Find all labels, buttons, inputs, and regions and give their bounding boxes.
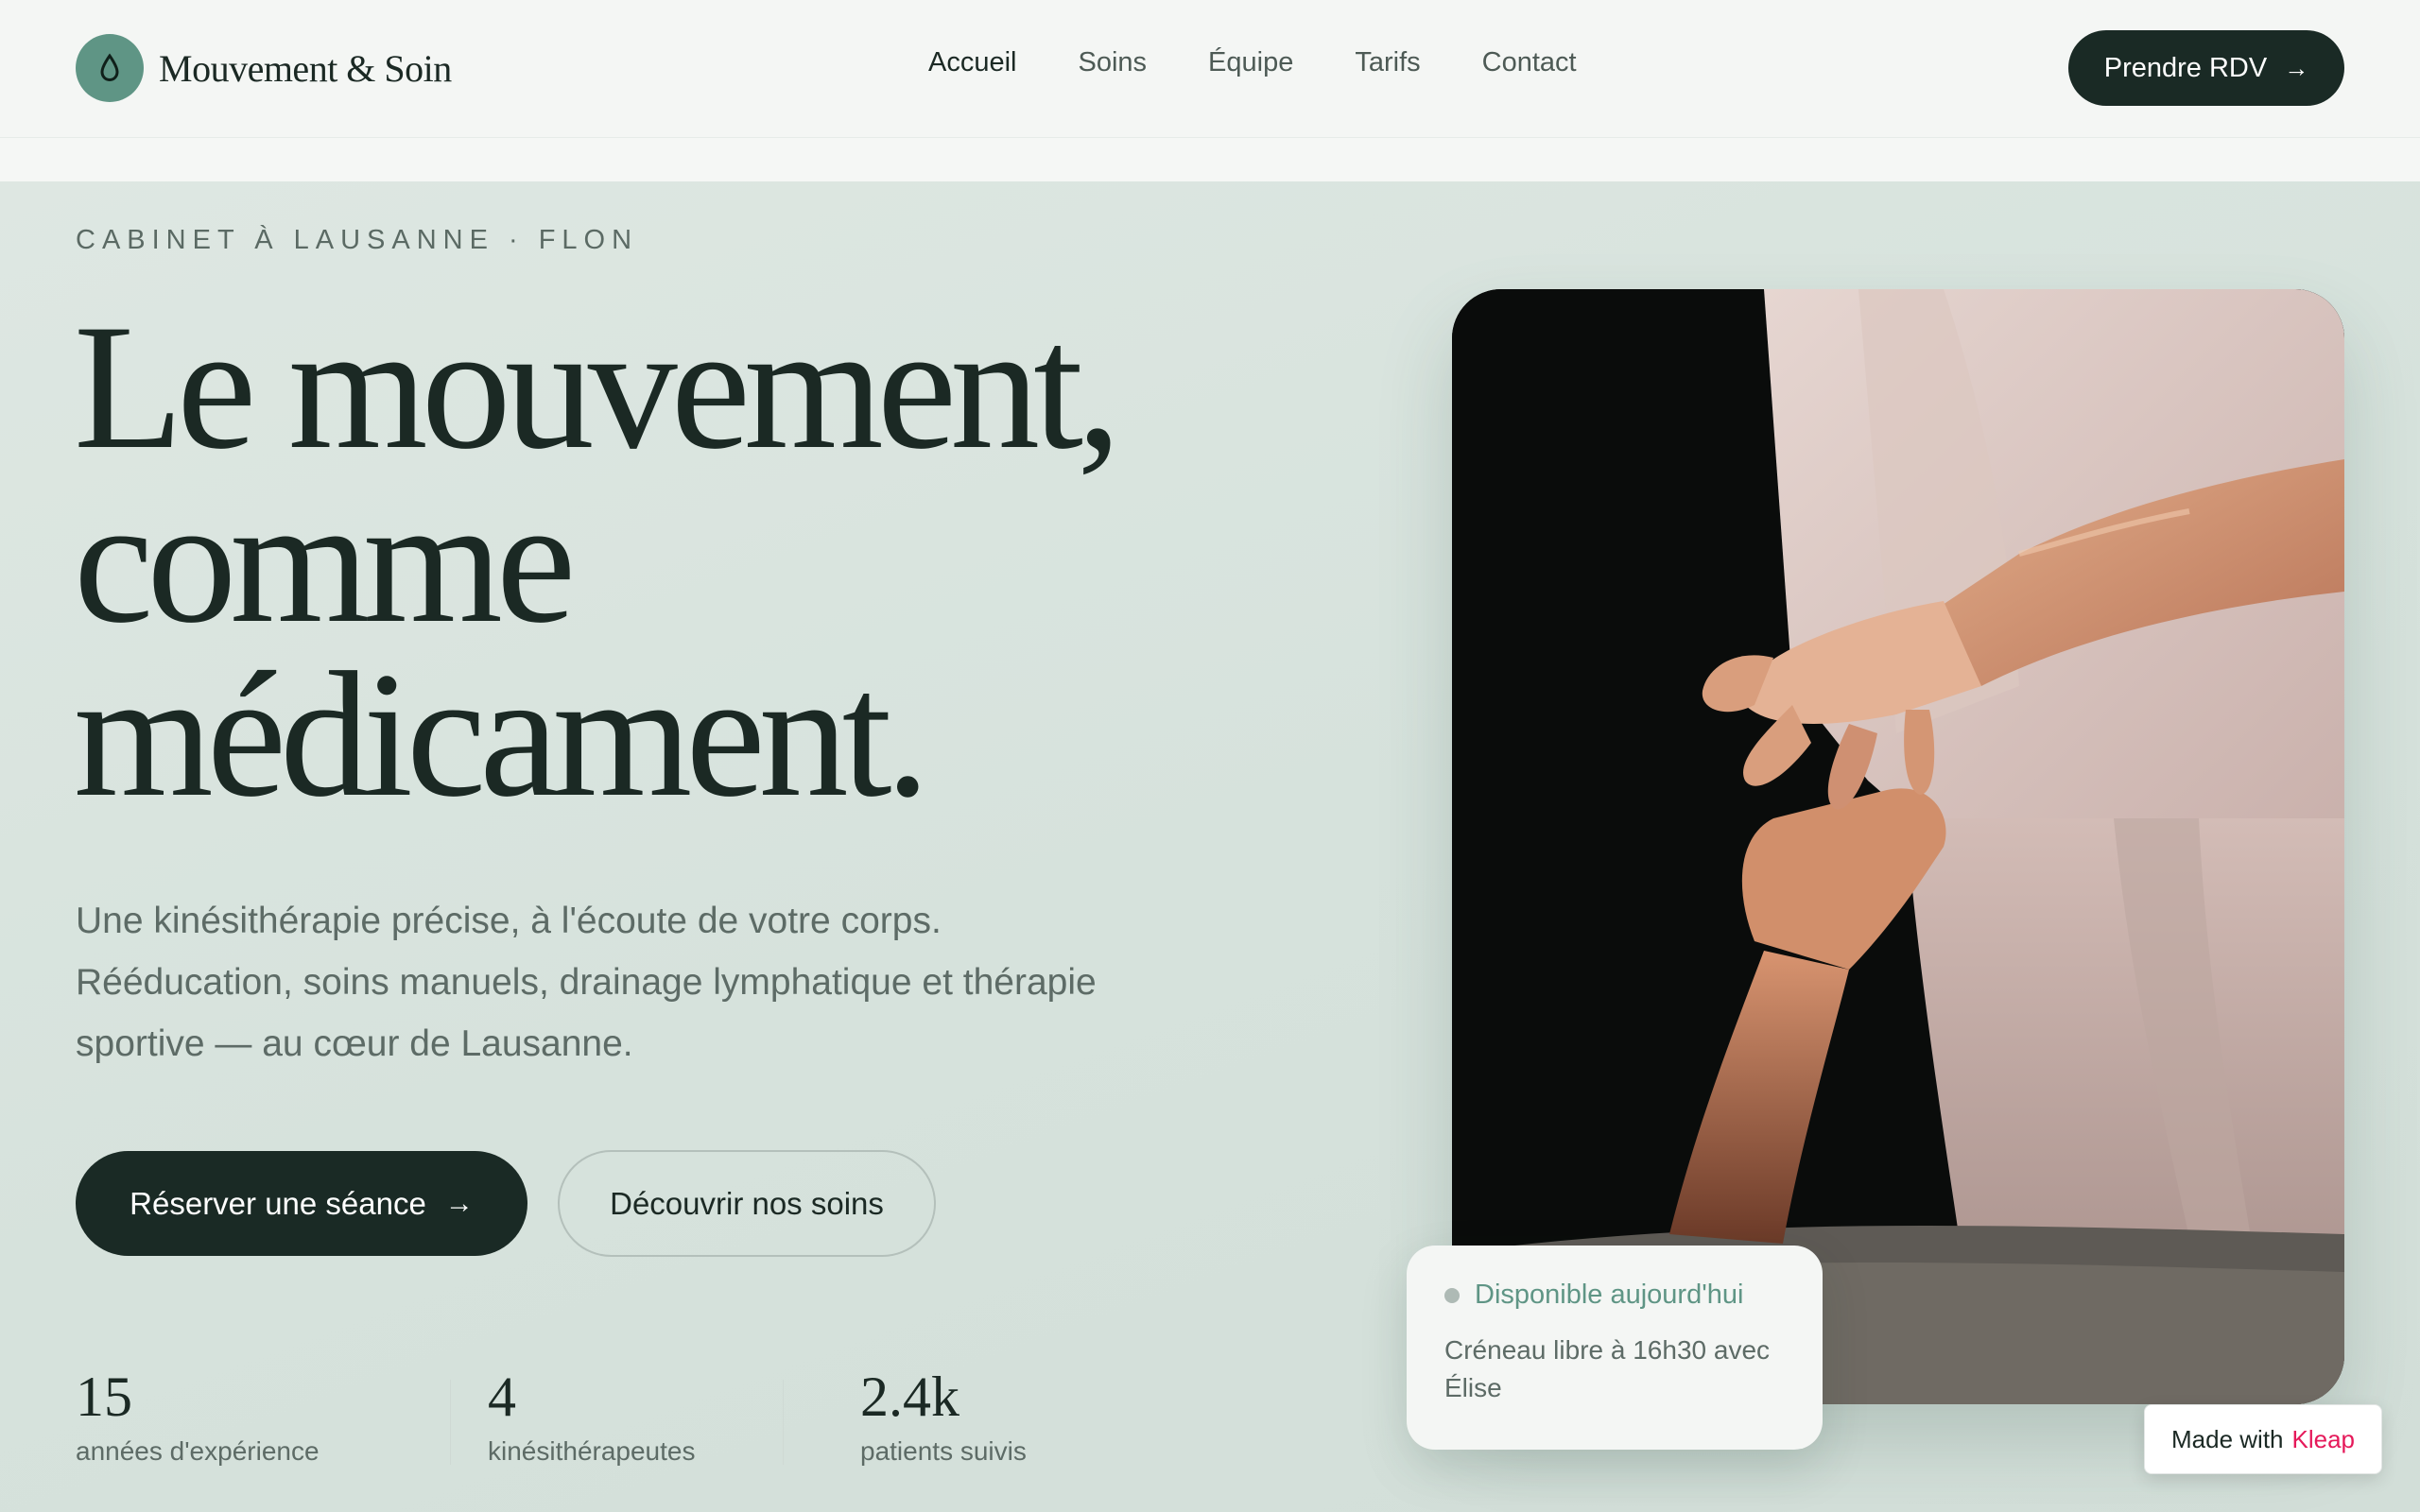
availability-status: Disponible aujourd'hui	[1444, 1280, 1785, 1311]
headline-line-2: comme	[74, 462, 576, 661]
book-session-button[interactable]: Réserver une séance →	[76, 1151, 527, 1256]
nav-item-contact[interactable]: Contact	[1482, 47, 1577, 78]
stat-label: patients suivis	[860, 1436, 1027, 1466]
hero-lead: Une kinésithérapie précise, à l'écoute d…	[76, 901, 1097, 1064]
site-header: Mouvement & Soin Accueil Soins Équipe Ta…	[0, 0, 2420, 138]
therapy-hands-illustration	[1452, 289, 2344, 1404]
stats-row: 15 années d'expérience 4 kinésithérapeut…	[76, 1361, 1097, 1474]
made-with-badge[interactable]: Made with Kleap	[2144, 1404, 2382, 1474]
discover-services-label: Découvrir nos soins	[610, 1185, 884, 1221]
stat-divider	[450, 1380, 451, 1465]
nav-item-tarifs[interactable]: Tarifs	[1355, 47, 1420, 78]
availability-card[interactable]: Disponible aujourd'hui Créneau libre à 1…	[1407, 1246, 1823, 1450]
stat-therapists: 4 kinésithérapeutes	[488, 1361, 695, 1467]
stat-label: années d'expérience	[76, 1436, 320, 1466]
stat-label: kinésithérapeutes	[488, 1436, 696, 1466]
stat-value: 4	[488, 1366, 516, 1428]
stat-value: 2.4k	[860, 1366, 959, 1428]
nav-item-accueil[interactable]: Accueil	[928, 47, 1017, 78]
book-appointment-button[interactable]: Prendre RDV →	[2068, 30, 2344, 106]
book-session-label: Réserver une séance	[130, 1185, 426, 1221]
stat-value: 15	[76, 1366, 132, 1428]
header-spacer	[0, 138, 2420, 181]
drop-icon	[76, 34, 144, 102]
availability-status-label: Disponible aujourd'hui	[1475, 1280, 1744, 1310]
stat-divider	[783, 1380, 784, 1465]
brand-logo[interactable]: Mouvement & Soin	[76, 34, 452, 102]
main-nav: Accueil Soins Équipe Tarifs Contact	[928, 47, 1638, 78]
arrow-right-icon: →	[2284, 53, 2309, 82]
availability-slot-text: Créneau libre à 16h30 avec Élise	[1444, 1335, 1771, 1402]
location-eyebrow: CABINET À LAUSANNE · FLON	[76, 225, 639, 255]
discover-services-button[interactable]: Découvrir nos soins	[558, 1150, 936, 1257]
brand-name: Mouvement & Soin	[159, 46, 452, 90]
headline-line-3: médicament.	[74, 636, 930, 834]
arrow-right-icon: →	[444, 1187, 474, 1219]
status-dot-icon	[1444, 1287, 1460, 1303]
stat-experience: 15 années d'expérience	[76, 1361, 320, 1467]
book-appointment-label: Prendre RDV	[2103, 52, 2268, 83]
hero-headline: Le mouvement, comme médicament.	[74, 288, 1208, 834]
headline-line-1: Le mouvement,	[74, 288, 1121, 487]
nav-item-equipe[interactable]: Équipe	[1208, 47, 1293, 78]
badge-brand: Kleap	[2291, 1424, 2356, 1453]
stat-patients: 2.4k patients suivis	[860, 1361, 1027, 1467]
badge-prefix: Made with	[2171, 1424, 2284, 1453]
hero-photo	[1452, 289, 2344, 1404]
nav-item-soins[interactable]: Soins	[1079, 47, 1148, 78]
